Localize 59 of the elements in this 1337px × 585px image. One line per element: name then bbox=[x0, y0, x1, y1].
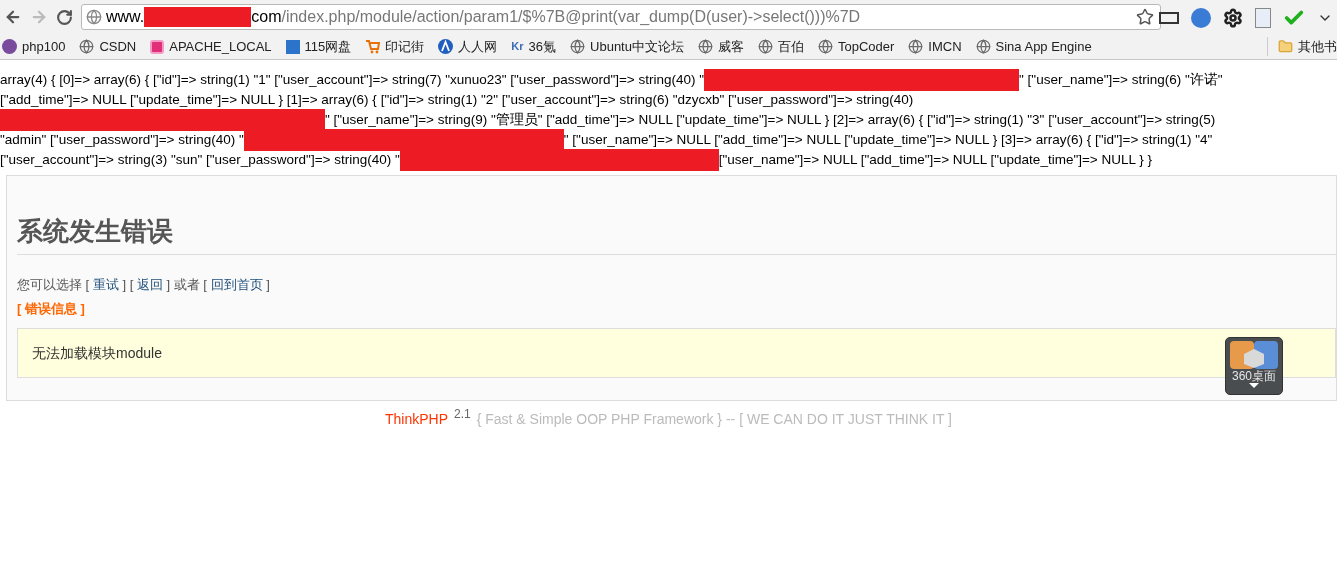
error-info-label: [ 错误信息 ] bbox=[17, 299, 86, 318]
extension-icon[interactable] bbox=[1191, 8, 1211, 28]
choice-link[interactable]: 重试 bbox=[92, 277, 119, 292]
footer-version: 2.1 bbox=[454, 407, 471, 421]
dump-text: " ["user_name"]=> NULL ["add_time"]=> NULL ["update_time"]=> NULL } [3]=> array(6) { ["id"]=> string(1) "4" bbox=[563, 131, 1213, 149]
dump-text: ["user_account"]=> string(3) "sun" ["user_password"]=> string(40) " bbox=[0, 151, 400, 169]
cube-icon bbox=[1230, 341, 1278, 369]
bookmark-item[interactable]: TopCoder bbox=[817, 36, 895, 57]
bookmark-item[interactable]: 百伯 bbox=[757, 36, 804, 57]
back-icon[interactable] bbox=[4, 8, 22, 26]
bookmark-item[interactable]: 印记街 bbox=[365, 36, 425, 57]
other-bookmarks[interactable]: 其他书 bbox=[1267, 36, 1337, 57]
bookmark-item[interactable]: 115网盘 bbox=[285, 36, 352, 57]
globe-icon bbox=[79, 39, 95, 54]
dump-text: ["user_name"]=> NULL ["add_time"]=> NULL ["update_time"]=> NULL } } bbox=[718, 151, 1152, 169]
settings-icon[interactable] bbox=[1223, 8, 1243, 28]
bookmark-icon: Kr bbox=[511, 38, 524, 55]
choice-link[interactable]: 回到首页 bbox=[210, 277, 263, 292]
bookmark-item[interactable]: Ubuntu中文论坛 bbox=[570, 36, 684, 57]
bookmark-item[interactable]: APACHE_LOCAL bbox=[150, 36, 272, 57]
dump-text: "admin" ["user_password"]=> string(40) " bbox=[0, 131, 244, 149]
desktop-widget[interactable]: 360桌面 bbox=[1225, 337, 1283, 395]
bookmark-icon bbox=[285, 39, 300, 54]
choice-link[interactable]: 返回 bbox=[136, 277, 163, 292]
dump-text: " ["user_name"]=> string(9) "管理员" ["add_time"]=> NULL ["update_time"]=> NULL } [2]=> array(6) { ["id"]=> string(1) "3" ["user_account"]=> string(5) bbox=[325, 111, 1216, 129]
bookmark-item[interactable]: 威客 bbox=[697, 36, 744, 57]
url-text: www. bbox=[106, 7, 145, 27]
dump-text: array(4) { [0]=> array(6) { ["id"]=> string(1) "1" ["user_account"]=> string(7) "xunuo23" ["user_password"]=> string(40) " bbox=[0, 71, 705, 89]
bookmark-item[interactable]: CSDN bbox=[79, 36, 137, 57]
url-text: com bbox=[251, 7, 282, 27]
globe-icon bbox=[757, 39, 773, 54]
error-title: 系统发生错误 bbox=[17, 214, 1336, 255]
globe-icon bbox=[697, 39, 713, 54]
bookmark-item[interactable]: Kr 36氪 bbox=[511, 36, 557, 57]
dump-text: " ["user_name"]=> string(6) "许诺" bbox=[1019, 71, 1223, 89]
cart-icon bbox=[365, 39, 381, 54]
caret-icon bbox=[1249, 383, 1259, 388]
reload-icon[interactable] bbox=[56, 8, 73, 26]
dump-text: ["add_time"]=> NULL ["update_time"]=> NULL } [1]=> array(6) { ["id"]=> string(1) "2" ["user_account"]=> string(6) "dzycxb" ["user_password"]=> string(40) bbox=[0, 91, 914, 109]
folder-icon bbox=[1278, 39, 1293, 54]
widget-label: 360桌面 bbox=[1232, 369, 1276, 383]
address-bar[interactable]: www. com/index.php/module/action/param1/$%7B@print(var_dump(D(user)->select()))%7D bbox=[81, 4, 1161, 30]
bookmark-item[interactable]: IMCN bbox=[908, 36, 962, 57]
bookmark-icon bbox=[150, 39, 165, 54]
footer-slogan: { Fast & Simple OOP PHP Framework } -- [ WE CAN DO IT JUST THINK IT ] bbox=[476, 410, 952, 429]
globe-icon bbox=[570, 39, 586, 54]
url-text: /index.php/module/action/param1/$%7B@print(var_dump(D(user)->select()))%7D bbox=[281, 7, 861, 27]
bookmark-icon bbox=[438, 39, 454, 54]
globe-icon bbox=[908, 39, 924, 54]
bookmark-item[interactable]: 人人网 bbox=[438, 36, 498, 57]
globe-icon bbox=[86, 9, 102, 25]
bookmark-item[interactable]: Sina App Engine bbox=[975, 36, 1092, 57]
bookmark-item[interactable]: php100 bbox=[2, 36, 66, 57]
footer-brand: ThinkPHP bbox=[384, 410, 448, 429]
globe-icon bbox=[975, 39, 991, 54]
globe-icon bbox=[817, 39, 833, 54]
star-icon[interactable] bbox=[1136, 8, 1154, 26]
choice-text: 您可以选择 [ 重试 ] [ 返回 ] 或者 [ 回到首页 ] bbox=[17, 276, 271, 294]
bookmark-icon bbox=[2, 39, 17, 54]
